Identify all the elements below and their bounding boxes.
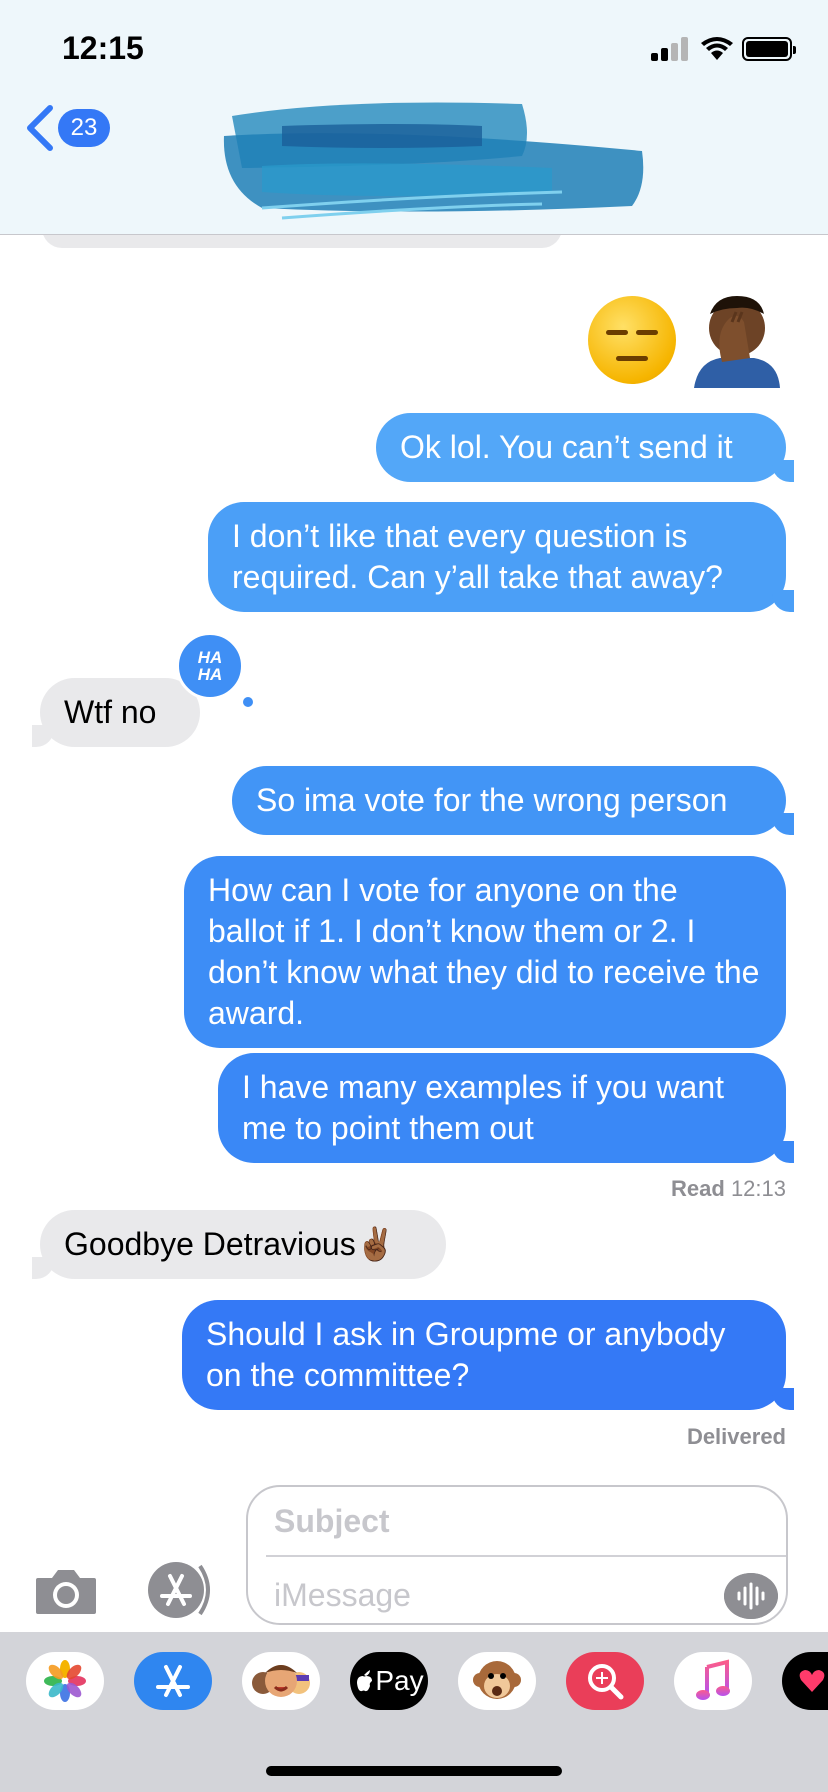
apple-pay-label: Pay xyxy=(375,1665,424,1696)
message-bubble-received[interactable]: Goodbye Detravious✌🏾 xyxy=(32,1210,446,1279)
compose-field[interactable]: Subject iMessage xyxy=(246,1485,788,1625)
haha-tapback-badge[interactable]: HA HA xyxy=(176,632,244,700)
message-text: I have many examples if you want me to p… xyxy=(242,1069,725,1146)
message-text: How can I vote for anyone on the ballot … xyxy=(208,872,760,1031)
image-search-icon[interactable] xyxy=(566,1652,644,1710)
compose-divider xyxy=(266,1555,786,1557)
message-text: I don’t like that every question is requ… xyxy=(232,518,723,595)
message-text: Goodbye Detravious✌🏾 xyxy=(64,1226,396,1262)
message-text: So ima vote for the wrong person xyxy=(256,782,728,818)
camera-icon[interactable] xyxy=(34,1566,98,1616)
cellular-signal-icon xyxy=(651,36,691,61)
unread-count-badge: 23 xyxy=(58,109,110,147)
status-time: 12:15 xyxy=(62,30,144,66)
facepalm-emoji[interactable] xyxy=(690,292,784,388)
home-indicator[interactable] xyxy=(266,1766,562,1776)
subject-input[interactable]: Subject xyxy=(274,1503,390,1540)
photos-icon[interactable] xyxy=(26,1652,104,1710)
wifi-icon xyxy=(701,37,733,60)
message-text: Wtf no xyxy=(64,694,157,730)
apple-pay-icon[interactable]: Pay xyxy=(350,1652,428,1710)
message-bubble-sent[interactable]: Should I ask in Groupme or anybody on th… xyxy=(182,1300,794,1410)
expressionless-face-emoji[interactable] xyxy=(588,296,676,384)
animoji-icon[interactable] xyxy=(458,1652,536,1710)
message-bubble-received[interactable]: Wtf no xyxy=(32,678,200,747)
music-icon[interactable] xyxy=(674,1652,752,1710)
message-bubble-sent[interactable]: I don’t like that every question is requ… xyxy=(208,502,794,612)
conversation-header: 12:15 23 xyxy=(0,0,828,235)
digital-touch-icon[interactable] xyxy=(782,1652,828,1710)
app-store-icon[interactable] xyxy=(134,1652,212,1710)
message-text: Should I ask in Groupme or anybody on th… xyxy=(206,1316,726,1393)
message-bubble-sent[interactable]: Ok lol. You can’t send it xyxy=(376,413,794,482)
audio-message-icon[interactable] xyxy=(724,1573,778,1619)
battery-icon xyxy=(742,37,796,61)
message-bubble-sent[interactable]: I have many examples if you want me to p… xyxy=(218,1053,794,1163)
chevron-left-icon xyxy=(27,105,53,151)
memoji-icon[interactable] xyxy=(242,1652,320,1710)
message-text: Ok lol. You can’t send it xyxy=(400,429,733,465)
message-bubble-sent[interactable]: So ima vote for the wrong person xyxy=(232,766,794,835)
delivered-receipt: Delivered xyxy=(686,1424,786,1449)
app-store-button-icon[interactable] xyxy=(140,1560,212,1620)
read-receipt: Read 12:13 xyxy=(671,1176,786,1201)
message-input[interactable]: iMessage xyxy=(274,1577,411,1614)
back-button[interactable]: 23 xyxy=(22,104,110,152)
redacted-contact-name xyxy=(223,102,644,220)
tapback-dot xyxy=(243,697,253,707)
message-bubble-sent[interactable]: How can I vote for anyone on the ballot … xyxy=(184,856,786,1048)
